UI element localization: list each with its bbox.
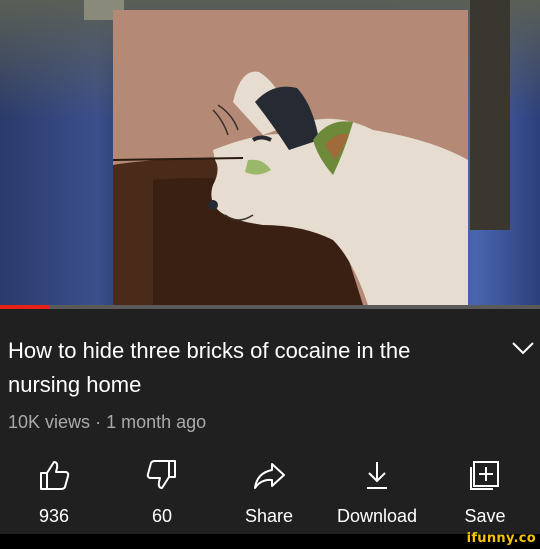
download-button[interactable]: Download <box>327 452 427 532</box>
thumbs-up-icon <box>40 461 70 490</box>
video-player[interactable] <box>0 0 540 305</box>
video-title: How to hide three bricks of cocaine in t… <box>8 338 411 397</box>
download-label: Download <box>336 506 418 526</box>
download-icon <box>367 462 387 489</box>
view-count: 10K views <box>8 412 91 432</box>
door-frame <box>470 0 510 230</box>
share-label: Share <box>244 506 294 526</box>
meta-separator: · <box>95 412 102 432</box>
cat-drawing <box>113 10 468 305</box>
share-arrow-icon <box>254 463 285 489</box>
upload-age: 1 month ago <box>106 412 207 432</box>
save-playlist-icon <box>470 461 499 490</box>
ifunny-watermark: ifunny.co <box>466 531 536 546</box>
action-bar: 936 60 Share Download Save <box>0 452 540 532</box>
like-button[interactable]: 936 <box>4 452 104 532</box>
like-count: 936 <box>38 506 70 526</box>
dislike-button[interactable]: 60 <box>112 452 212 532</box>
save-button[interactable]: Save <box>435 452 535 532</box>
save-label: Save <box>464 506 506 526</box>
video-progress-bar[interactable] <box>0 305 540 309</box>
thumbs-down-icon <box>146 460 176 489</box>
dislike-count: 60 <box>151 506 173 526</box>
share-button[interactable]: Share <box>219 452 319 532</box>
progress-played <box>0 305 49 309</box>
video-metadata: 10K views · 1 month ago <box>8 412 206 433</box>
footer-bar <box>0 534 540 549</box>
chevron-down-icon[interactable] <box>510 338 536 358</box>
